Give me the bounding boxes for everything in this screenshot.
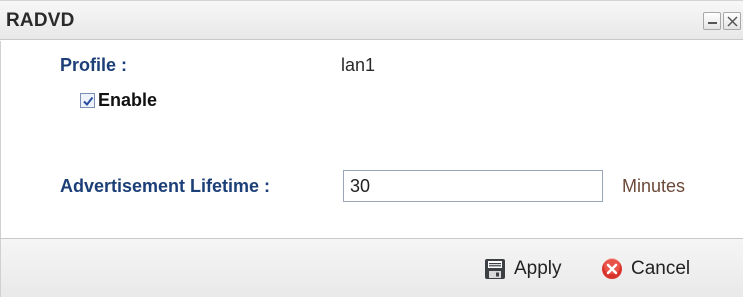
close-icon xyxy=(727,16,738,27)
apply-button[interactable]: Apply xyxy=(484,255,562,283)
close-button[interactable] xyxy=(723,12,741,30)
profile-value: lan1 xyxy=(341,55,376,75)
profile-label: Profile : xyxy=(60,55,128,75)
checkmark-icon xyxy=(83,96,94,107)
enable-checkbox[interactable] xyxy=(80,93,95,108)
lifetime-input[interactable] xyxy=(343,170,603,202)
enable-label: Enable xyxy=(98,90,158,110)
lifetime-unit: Minutes xyxy=(622,176,686,196)
dialog-title: RADVD xyxy=(6,10,75,31)
save-icon xyxy=(485,259,505,279)
cancel-label: Cancel xyxy=(631,258,691,279)
cancel-button[interactable]: Cancel xyxy=(601,255,690,283)
minimize-icon xyxy=(708,22,717,24)
minimize-button[interactable] xyxy=(703,12,721,30)
radvd-dialog: RADVD Profile : lan1 Enable Advertisemen… xyxy=(0,0,743,297)
apply-label: Apply xyxy=(514,258,562,279)
lifetime-label: Advertisement Lifetime : xyxy=(60,176,271,196)
dialog-footer: Apply Cancel xyxy=(0,238,743,297)
cancel-icon xyxy=(602,258,622,279)
title-bar: RADVD xyxy=(0,0,743,40)
